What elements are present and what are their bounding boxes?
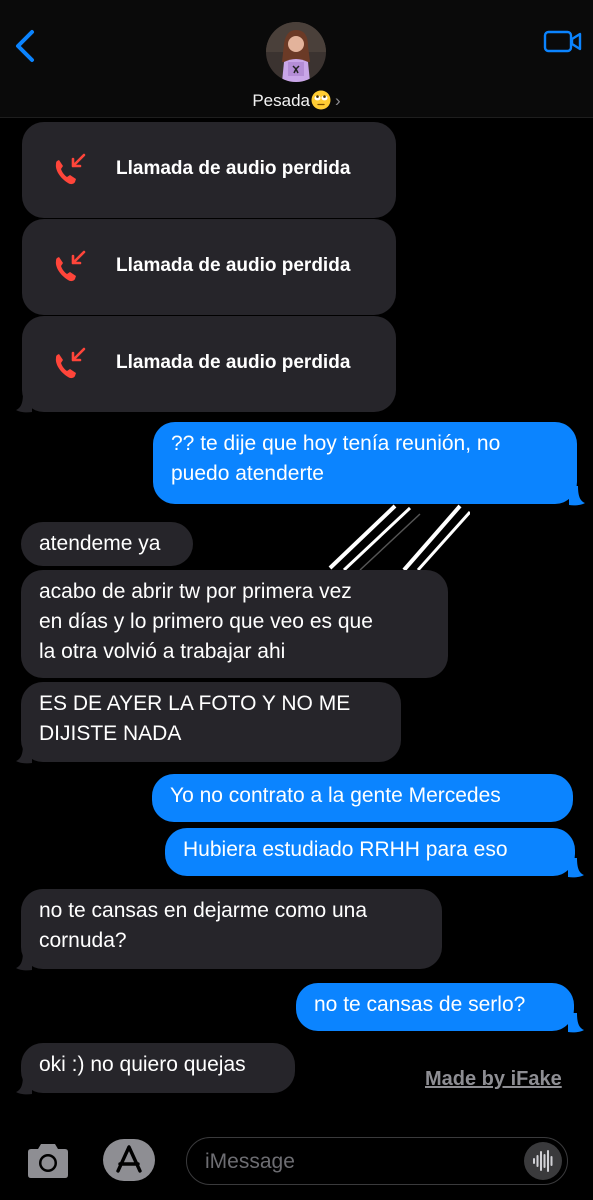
message-line: cornuda? bbox=[39, 929, 127, 952]
incoming-message[interactable]: atendeme ya bbox=[21, 522, 193, 566]
incoming-message[interactable]: no te cansas en dejarme como una cornuda… bbox=[21, 889, 442, 969]
video-camera-icon[interactable] bbox=[543, 26, 583, 56]
outgoing-message[interactable]: ?? te dije que hoy tenía reunión, no pue… bbox=[153, 422, 577, 504]
bubble-tail bbox=[16, 1075, 32, 1095]
message-line: no te cansas de serlo? bbox=[314, 993, 526, 1016]
camera-icon[interactable] bbox=[24, 1142, 72, 1180]
message-line: Hubiera estudiado RRHH para eso bbox=[183, 838, 508, 861]
message-line: en días y lo primero que veo es que bbox=[39, 610, 373, 633]
missed-call-bubble[interactable]: Llamada de audio perdida bbox=[22, 122, 396, 218]
outgoing-message[interactable]: Yo no contrato a la gente Mercedes bbox=[152, 774, 573, 822]
missed-call-label: Llamada de audio perdida bbox=[116, 255, 351, 276]
missed-call-label: Llamada de audio perdida bbox=[116, 352, 351, 373]
bubble-tail bbox=[568, 1013, 584, 1033]
message-line: ES DE AYER LA FOTO Y NO ME bbox=[39, 692, 351, 715]
missed-call-bubble[interactable]: Llamada de audio perdida bbox=[22, 219, 396, 315]
chevron-left-icon[interactable] bbox=[8, 24, 44, 68]
watermark: Made by iFake bbox=[425, 1068, 562, 1090]
message-line: DIJISTE NADA bbox=[39, 722, 182, 745]
message-line: ?? te dije que hoy tenía reunión, no bbox=[171, 432, 501, 455]
bubble-tail bbox=[569, 486, 585, 506]
missed-call-bubble[interactable]: Llamada de audio perdida bbox=[22, 316, 396, 412]
eye-roll-emoji-icon bbox=[311, 90, 331, 110]
bubble-tail bbox=[16, 393, 32, 413]
outgoing-message[interactable]: no te cansas de serlo? bbox=[296, 983, 574, 1031]
message-line: atendeme ya bbox=[39, 532, 161, 555]
decorative-swoosh bbox=[328, 504, 470, 572]
incoming-message[interactable]: acabo de abrir tw por primera vez en día… bbox=[21, 570, 448, 678]
message-line: puedo atenderte bbox=[171, 462, 324, 485]
missed-call-label: Llamada de audio perdida bbox=[116, 158, 351, 179]
waveform-icon[interactable] bbox=[524, 1142, 562, 1180]
missed-call-icon bbox=[55, 153, 86, 185]
message-line: acabo de abrir tw por primera vez bbox=[39, 580, 352, 603]
bubble-tail bbox=[568, 858, 584, 878]
message-line: oki :) no quiero quejas bbox=[39, 1053, 246, 1076]
chevron-right-icon: › bbox=[335, 91, 341, 110]
avatar[interactable] bbox=[266, 22, 326, 82]
outgoing-message[interactable]: Hubiera estudiado RRHH para eso bbox=[165, 828, 575, 876]
message-line: la otra volvió a trabajar ahi bbox=[39, 640, 286, 663]
app-store-icon[interactable] bbox=[102, 1138, 156, 1182]
message-line: no te cansas en dejarme como una bbox=[39, 899, 368, 922]
message-line: Yo no contrato a la gente Mercedes bbox=[170, 784, 501, 807]
message-input-field[interactable] bbox=[186, 1137, 568, 1185]
incoming-message[interactable]: oki :) no quiero quejas bbox=[21, 1043, 295, 1093]
bubble-tail bbox=[16, 744, 32, 764]
missed-call-icon bbox=[55, 347, 86, 379]
contact-name-row[interactable]: Pesada › bbox=[0, 90, 593, 111]
missed-call-icon bbox=[55, 250, 86, 282]
bubble-tail bbox=[16, 951, 32, 971]
conversation-header: Pesada › bbox=[0, 0, 593, 118]
incoming-message[interactable]: ES DE AYER LA FOTO Y NO ME DIJISTE NADA bbox=[21, 682, 401, 762]
contact-name: Pesada bbox=[252, 91, 310, 110]
message-input[interactable] bbox=[205, 1147, 515, 1177]
